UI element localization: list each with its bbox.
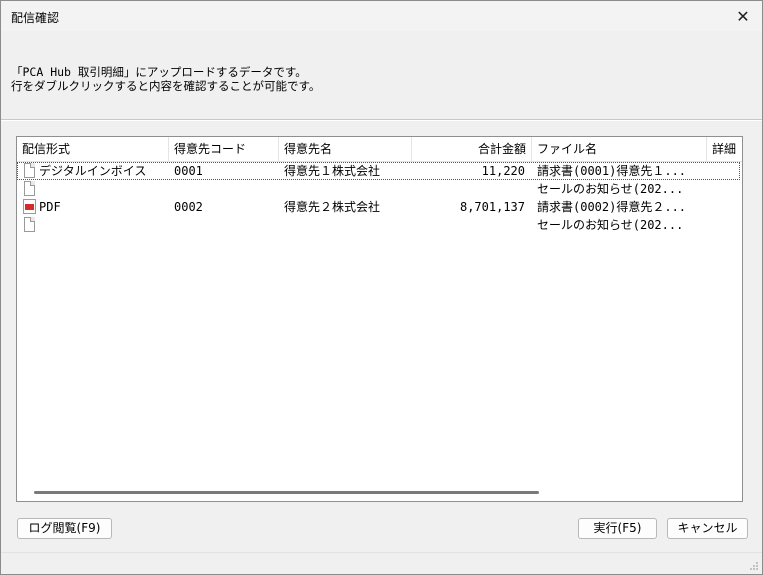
log-view-button[interactable]: ログ閲覧(F9): [17, 518, 112, 539]
column-header-name[interactable]: 得意先名: [279, 137, 412, 161]
document-icon: [24, 181, 35, 196]
column-header-code[interactable]: 得意先コード: [169, 137, 279, 161]
cell-amount: 11,220: [481, 164, 525, 178]
divider: [1, 120, 762, 121]
cell-filename: 請求書(0002)得意先２...: [537, 200, 687, 214]
document-icon: [24, 163, 35, 178]
confirm-dialog: 配信確認 ✕ 「PCA Hub 取引明細」にアップロードするデータです。 行をダ…: [0, 0, 763, 575]
pdf-icon: [23, 199, 36, 214]
table-row[interactable]: セールのお知らせ(202...: [17, 180, 742, 198]
column-header-format[interactable]: 配信形式: [17, 137, 169, 161]
grid-header: 配信形式 得意先コード 得意先名 合計金額 ファイル名 詳細: [17, 137, 742, 162]
message-line-2: 行をダブルクリックすると内容を確認することが可能です。: [11, 79, 321, 93]
column-header-filename[interactable]: ファイル名: [532, 137, 707, 161]
cell-filename: セールのお知らせ(202...: [537, 218, 684, 232]
footer-divider: [1, 552, 762, 553]
cell-name: 得意先２株式会社: [284, 200, 381, 214]
data-grid[interactable]: 配信形式 得意先コード 得意先名 合計金額 ファイル名 詳細 デジタルインボイス…: [16, 136, 743, 502]
cell-filename: セールのお知らせ(202...: [537, 182, 684, 196]
horizontal-scrollbar[interactable]: [17, 485, 742, 501]
title-bar: 配信確認 ✕: [1, 1, 762, 31]
column-header-amount[interactable]: 合計金額: [412, 137, 532, 161]
close-icon: ✕: [736, 6, 750, 26]
cell-format: PDF: [39, 200, 61, 214]
window-title: 配信確認: [11, 11, 60, 25]
scrollbar-thumb[interactable]: [34, 491, 539, 494]
cell-filename: 請求書(0001)得意先１...: [537, 164, 687, 178]
cancel-button[interactable]: キャンセル: [667, 518, 748, 539]
column-header-detail[interactable]: 詳細: [707, 137, 742, 161]
document-icon: [24, 217, 35, 232]
message-panel: 「PCA Hub 取引明細」にアップロードするデータです。 行をダブルクリックす…: [1, 31, 762, 120]
table-row[interactable]: PDF 0002 得意先２株式会社 8,701,137 請求書(0002)得意先…: [17, 198, 742, 216]
run-button[interactable]: 実行(F5): [578, 518, 657, 539]
cell-format: デジタルインボイス: [39, 164, 147, 178]
cell-amount: 8,701,137: [459, 200, 525, 214]
cell-code: 0001: [174, 164, 203, 178]
table-row[interactable]: デジタルインボイス 0001 得意先１株式会社 11,220 請求書(0001)…: [17, 162, 740, 180]
close-button[interactable]: ✕: [728, 4, 758, 28]
table-row[interactable]: セールのお知らせ(202...: [17, 216, 742, 234]
cell-code: 0002: [174, 200, 203, 214]
resize-grip-icon[interactable]: [749, 561, 759, 571]
cell-name: 得意先１株式会社: [284, 164, 381, 178]
